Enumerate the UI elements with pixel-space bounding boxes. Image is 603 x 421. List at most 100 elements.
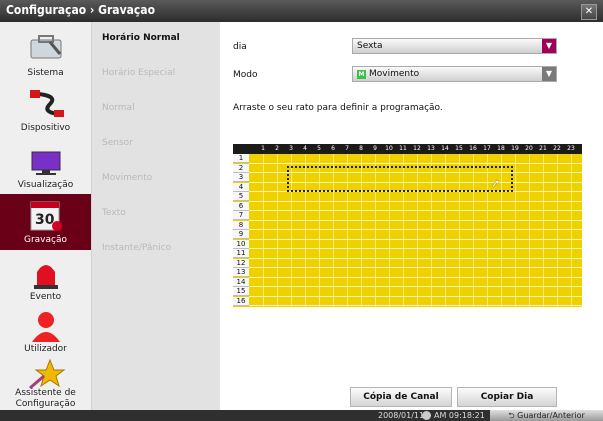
row-gridline <box>249 305 582 306</box>
submenu-item-horario-especial[interactable]: Horário Especial <box>102 68 175 78</box>
dropdown-arrow-icon: ▼ <box>542 39 556 53</box>
sidebar-item-label: Sistema <box>27 68 64 78</box>
mouse-cursor-icon: ➚ <box>491 176 501 190</box>
row-gridline <box>249 248 582 249</box>
hour-label: 12 <box>413 145 421 152</box>
sidebar-item-evento[interactable]: Evento <box>0 252 91 308</box>
hour-label: 3 <box>289 145 293 152</box>
hour-gridline <box>263 154 264 307</box>
row-gridline <box>249 162 582 164</box>
sidebar-item-sistema[interactable]: Sistema <box>0 24 91 80</box>
row-label: 4 <box>233 182 249 192</box>
submenu-item-movimento[interactable]: Movimento <box>102 173 152 183</box>
drag-selection-rectangle <box>287 165 513 192</box>
dia-select[interactable]: Sexta ▼ <box>352 38 557 54</box>
hour-label: 11 <box>399 145 407 152</box>
recording-submenu: Horário Normal Horário Especial Normal S… <box>92 22 220 410</box>
row-gridline <box>249 219 582 221</box>
row-gridline <box>249 238 582 240</box>
hour-gridline <box>571 154 572 307</box>
hour-label: 10 <box>385 145 393 152</box>
row-label: 10 <box>233 239 249 249</box>
hour-label: 18 <box>497 145 505 152</box>
dia-value: Sexta <box>357 41 383 51</box>
modo-select[interactable]: M Movimento ▼ <box>352 66 557 82</box>
hour-label: 8 <box>359 145 363 152</box>
save-back-label: Guardar/Anterior <box>517 411 585 420</box>
sidebar-item-label: Utilizador <box>24 344 67 354</box>
row-gridline <box>249 229 582 230</box>
row-label: 12 <box>233 258 249 268</box>
calendar-day: 30 <box>35 212 55 228</box>
close-icon: ✕ <box>584 6 594 17</box>
sidebar-item-utilizador[interactable]: Utilizador <box>0 304 91 360</box>
hour-label: 22 <box>553 145 561 152</box>
hour-gridline <box>557 154 558 307</box>
wizard-star-icon <box>29 358 66 390</box>
close-button[interactable]: ✕ <box>581 4 597 20</box>
row-label: 8 <box>233 220 249 230</box>
row-label: 16 <box>233 296 249 306</box>
save-back-button[interactable]: ⮌ Guardar/Anterior <box>490 410 603 421</box>
copy-channel-button[interactable]: Cópia de Canal <box>350 387 452 407</box>
hour-label: 6 <box>331 145 335 152</box>
hour-label: 17 <box>483 145 491 152</box>
hour-label: 16 <box>469 145 477 152</box>
date-readout: 2008/01/11 <box>378 411 425 420</box>
hour-label: 14 <box>441 145 449 152</box>
row-gridline <box>249 267 582 268</box>
modo-label: Modo <box>233 70 258 80</box>
toolbox-icon <box>30 35 62 59</box>
hour-gridline <box>515 154 516 307</box>
hour-gridline <box>277 154 278 307</box>
hour-gridline <box>543 154 544 307</box>
row-label: 1 <box>233 154 249 163</box>
sidebar-item-label: Evento <box>29 292 62 302</box>
sidebar-item-gravacao[interactable]: 30 Gravação <box>0 194 91 250</box>
sidebar-item-label: Assistente de Configuração <box>15 388 76 409</box>
return-arrow-icon: ⮌ <box>508 411 518 420</box>
dia-label: dia <box>233 42 247 52</box>
instruction-text: Arraste o seu rato para definir a progra… <box>233 103 443 113</box>
submenu-item-texto[interactable]: Texto <box>102 208 126 218</box>
copy-day-button[interactable]: Copiar Dia <box>457 387 557 407</box>
window-title: Configuraçao › Gravaçao <box>6 3 156 17</box>
row-label: 11 <box>233 249 249 258</box>
monitor-icon <box>31 151 61 175</box>
title-bar: Configuraçao › Gravaçao ✕ <box>0 0 603 22</box>
time-readout: AM 09:18:21 <box>434 411 485 420</box>
sidebar-item-label: Visualização <box>17 180 74 190</box>
sidebar-item-assistente[interactable]: Assistente de Configuração <box>0 356 91 410</box>
hour-label: 20 <box>525 145 533 152</box>
submenu-item-horario-normal[interactable]: Horário Normal <box>102 33 180 43</box>
hour-gridline <box>529 154 530 307</box>
hour-label: 7 <box>345 145 349 152</box>
hour-label: 15 <box>455 145 463 152</box>
hour-label: 9 <box>373 145 377 152</box>
cable-icon <box>30 90 64 117</box>
user-icon <box>32 312 60 342</box>
calendar-icon: 30 <box>30 201 62 231</box>
row-label: 9 <box>233 230 249 239</box>
row-label: 6 <box>233 201 249 211</box>
status-bar: 2008/01/11 AM 09:18:21 ⮌ Guardar/Anterio… <box>0 410 603 421</box>
hour-label: 21 <box>539 145 547 152</box>
movimento-swatch: M <box>357 70 366 79</box>
row-gridline <box>249 286 582 287</box>
siren-icon <box>34 265 58 289</box>
row-gridline <box>249 276 582 278</box>
hour-label: 13 <box>427 145 435 152</box>
submenu-item-sensor[interactable]: Sensor <box>102 138 133 148</box>
hour-label: 4 <box>303 145 307 152</box>
schedule-grid[interactable]: 1 2 3 4 5 6 7 8 9 10 11 12 13 14 15 16 17 18 19 20 21 22 23 12… <box>233 144 582 307</box>
hour-label: 23 <box>567 145 575 152</box>
sidebar-item-dispositivo[interactable]: Dispositivo <box>0 80 91 136</box>
hour-header: 1 2 3 4 5 6 7 8 9 10 11 12 13 14 15 16 17 18 19 20 21 22 23 <box>233 144 582 154</box>
hour-label: 1 <box>261 145 265 152</box>
submenu-item-instante-panico[interactable]: Instante/Pânico <box>102 243 171 253</box>
modo-value: Movimento <box>369 69 420 79</box>
row-gridline <box>249 257 582 259</box>
sidebar-item-visualizacao[interactable]: Visualização <box>0 138 91 194</box>
row-label: 13 <box>233 268 249 277</box>
submenu-item-normal[interactable]: Normal <box>102 103 135 113</box>
